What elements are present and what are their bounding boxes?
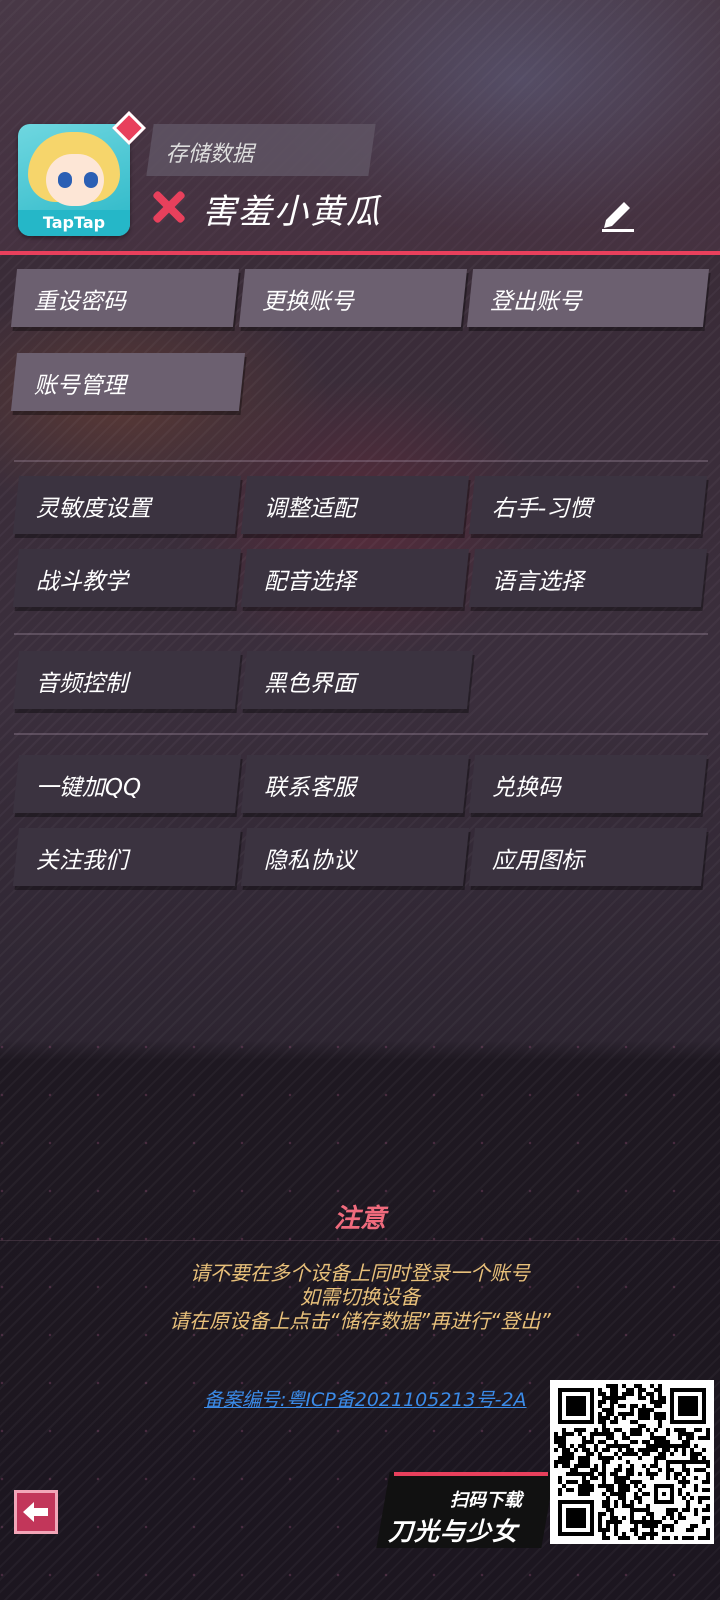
qr-code-icon (550, 1380, 714, 1544)
adjust-fit-button[interactable]: 调整适配 (240, 476, 470, 534)
follow-us-label: 关注我们 (35, 848, 128, 874)
back-button[interactable] (14, 1490, 58, 1534)
adjust-fit-label: 调整适配 (263, 496, 356, 522)
section-divider (14, 460, 708, 462)
dark-mode-label: 黑色界面 (263, 671, 356, 697)
privacy-button[interactable]: 隐私协议 (240, 828, 470, 886)
promo-accent-line (394, 1472, 548, 1476)
arrow-left-icon (23, 1502, 48, 1522)
reset-password-label: 重设密码 (33, 289, 126, 315)
join-qq-label: 一键加QQ (35, 775, 142, 801)
contact-support-button[interactable]: 联系客服 (240, 755, 470, 813)
notice-title: 注意 (333, 1204, 386, 1234)
account-manage-button[interactable]: 账号管理 (10, 353, 246, 411)
avatar[interactable]: TapTap (18, 124, 130, 236)
close-icon[interactable] (150, 189, 186, 225)
promo-game-title: 刀光与少女 (388, 1517, 519, 1546)
combat-tutorial-label: 战斗教学 (35, 569, 128, 595)
combat-tutorial-button[interactable]: 战斗教学 (12, 549, 242, 607)
logout-label: 登出账号 (489, 289, 582, 315)
notice-divider (0, 1240, 720, 1241)
language-select-label: 语言选择 (491, 569, 584, 595)
voice-select-button[interactable]: 配音选择 (240, 549, 470, 607)
section-divider (14, 733, 708, 735)
sensitivity-label: 灵敏度设置 (35, 496, 151, 522)
redeem-code-label: 兑换码 (491, 775, 561, 801)
promo-scan-label: 扫码下载 (450, 1490, 522, 1511)
dark-mode-button[interactable]: 黑色界面 (240, 651, 474, 709)
logout-button[interactable]: 登出账号 (466, 269, 710, 327)
sensitivity-button[interactable]: 灵敏度设置 (12, 476, 242, 534)
taptap-logo: TapTap (18, 210, 130, 236)
voice-select-label: 配音选择 (263, 569, 356, 595)
right-hand-label: 右手-习惯 (491, 496, 593, 522)
notice-line-3: 请在原设备上点击“储存数据”再进行“登出” (169, 1309, 551, 1333)
username: 害羞小黄瓜 (202, 192, 382, 232)
redeem-code-button[interactable]: 兑换码 (468, 755, 708, 813)
follow-us-button[interactable]: 关注我们 (12, 828, 242, 886)
join-qq-button[interactable]: 一键加QQ (12, 755, 242, 813)
section-divider (14, 633, 708, 635)
switch-account-button[interactable]: 更换账号 (238, 269, 468, 327)
save-data-button[interactable]: 存储数据 (146, 124, 376, 176)
language-select-button[interactable]: 语言选择 (468, 549, 708, 607)
app-icon-button[interactable]: 应用图标 (468, 828, 708, 886)
save-data-label: 存储数据 (165, 142, 254, 167)
edit-pencil-icon[interactable] (598, 196, 638, 232)
right-hand-button[interactable]: 右手-习惯 (468, 476, 708, 534)
switch-account-label: 更换账号 (261, 289, 354, 315)
contact-support-label: 联系客服 (263, 775, 356, 801)
header-accent-line (0, 251, 720, 255)
audio-control-label: 音频控制 (35, 671, 128, 697)
account-manage-label: 账号管理 (33, 373, 126, 399)
audio-control-button[interactable]: 音频控制 (12, 651, 242, 709)
reset-password-button[interactable]: 重设密码 (10, 269, 240, 327)
app-icon-label: 应用图标 (491, 848, 584, 874)
icp-link[interactable]: 备案编号:粤ICP备2021105213号-2A (204, 1385, 527, 1412)
privacy-label: 隐私协议 (263, 848, 356, 874)
